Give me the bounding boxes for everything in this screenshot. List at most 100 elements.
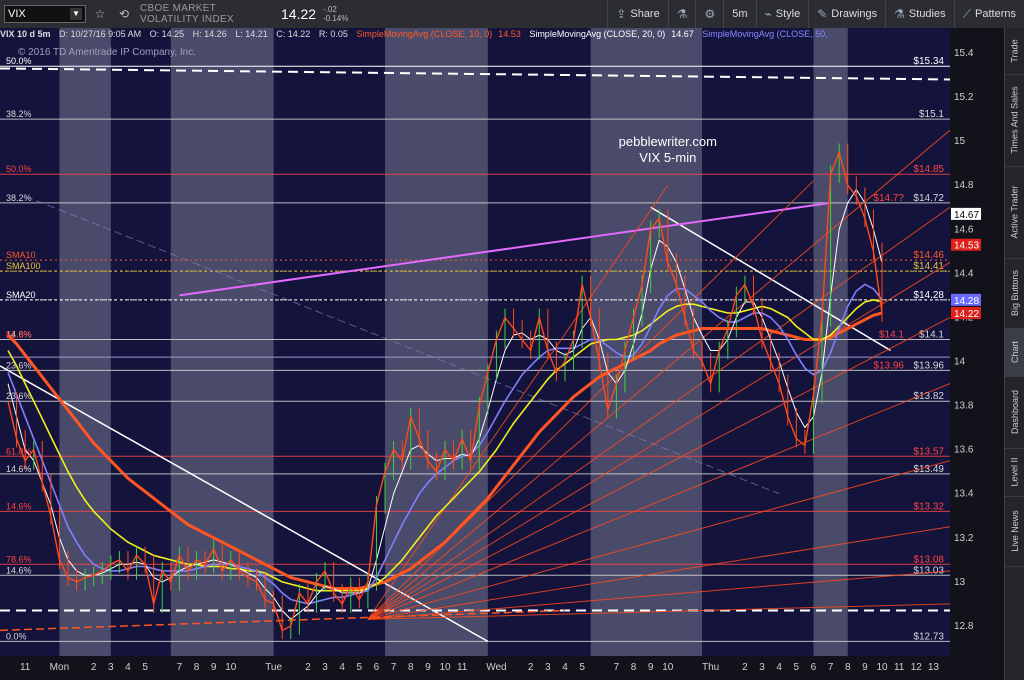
chart-info-bar: VIX 10 d 5m D: 10/27/16 9:05 AM O: 14.25…: [0, 29, 1004, 41]
sma-level-label: SMA10: [6, 250, 36, 260]
bar-high: H: 14.26: [192, 29, 227, 39]
settings-button[interactable]: ⚙: [695, 0, 723, 28]
share-icon: ⇪: [616, 7, 627, 21]
price-level-label: $13.32: [913, 501, 944, 512]
chevron-down-icon[interactable]: ▼: [70, 8, 82, 20]
last-price: 14.22: [281, 6, 317, 22]
price-chart[interactable]: 12.81313.213.413.613.81414.214.414.614.8…: [0, 28, 1004, 680]
x-tick-label: 10: [876, 662, 888, 673]
side-tab-live-news[interactable]: Live News: [1005, 496, 1024, 567]
side-tab-times-and-sales[interactable]: Times And Sales: [1005, 74, 1024, 167]
sma10-study-label[interactable]: SimpleMovingAvg (CLOSE, 10, 0): [356, 29, 492, 39]
patterns-button[interactable]: ⟋ Patterns: [953, 0, 1024, 28]
price-tag: 14.28: [954, 296, 979, 307]
price-level-label: $14.28: [913, 290, 944, 301]
sma20-study-label[interactable]: SimpleMovingAvg (CLOSE, 20, 0): [529, 29, 665, 39]
session-band: [590, 28, 703, 656]
price-level-label: $14.41: [913, 261, 944, 272]
gear-icon: ⚙: [704, 7, 716, 21]
price-level-label: $13.57: [913, 446, 944, 457]
side-tab-level-ii[interactable]: Level II: [1005, 448, 1024, 497]
side-tab-label: Level II: [1010, 457, 1020, 487]
fib-label: 14.6%: [6, 565, 32, 575]
sma-level-label: SMA100: [6, 261, 41, 271]
side-tab-big-buttons[interactable]: Big Buttons: [1005, 258, 1024, 329]
price-level-label: $13.96: [913, 360, 944, 371]
top-level-label: $15.34: [913, 56, 944, 67]
studies-button[interactable]: ⚗ Studies: [885, 0, 953, 28]
side-tab-label: Chart: [1010, 340, 1021, 364]
change-value: -.02: [323, 5, 337, 14]
style-button[interactable]: ⌁ Style: [755, 0, 809, 28]
x-tick-label: 4: [125, 662, 131, 673]
timeframe-button[interactable]: 5m: [723, 0, 755, 28]
side-tab-label: Dashboard: [1010, 389, 1020, 435]
bar-datetime: D: 10/27/16 9:05 AM: [59, 29, 142, 39]
copyright-watermark: © 2016 TD Ameritrade IP Company, Inc.: [18, 47, 196, 58]
fib-label: 61.8%: [6, 446, 32, 456]
pencil-icon: ✎: [817, 7, 828, 21]
x-tick-label: 8: [194, 662, 200, 673]
x-tick-label: 11: [457, 662, 468, 673]
y-tick-label: 14.8: [954, 180, 974, 191]
extra-level-label: $14.7?: [873, 193, 904, 204]
side-tab-label: Active Trader: [1010, 185, 1020, 239]
side-tab-active-trader[interactable]: Active Trader: [1005, 166, 1024, 259]
x-tick-label: 2: [91, 662, 97, 673]
symbol-selector[interactable]: VIX ▼: [4, 5, 86, 23]
flask-button[interactable]: ⚗: [667, 0, 696, 28]
change-percent: -0.14%: [323, 14, 349, 23]
x-tick-label: 3: [108, 662, 114, 673]
chart-title: VIX 10 d 5m: [0, 29, 51, 39]
sma50-study-label[interactable]: SimpleMovingAvg (CLOSE, 50,: [702, 29, 827, 39]
fib-label: 38.2%: [6, 109, 32, 119]
x-tick-label: 13: [928, 662, 940, 673]
extra-level-label: $13.96: [873, 360, 904, 371]
price-level-label: $14.85: [913, 164, 944, 175]
session-band: [59, 28, 111, 656]
x-tick-label: 2: [742, 662, 748, 673]
fib-label: 50.0%: [6, 164, 32, 174]
symbol-text: VIX: [8, 8, 26, 20]
fib-label: 78.6%: [6, 554, 32, 564]
x-tick-label: 10: [439, 662, 451, 673]
patterns-icon: ⟋: [962, 6, 972, 21]
y-tick-label: 12.8: [954, 621, 974, 632]
x-tick-label: Mon: [50, 662, 69, 673]
y-tick-label: 13.8: [954, 401, 974, 412]
x-tick-label: 7: [177, 662, 183, 673]
fib-label: 0.0%: [6, 631, 27, 641]
share-button[interactable]: ⇪ Share: [607, 0, 667, 28]
x-tick-label: 7: [828, 662, 834, 673]
flask-icon: ⚗: [894, 7, 905, 21]
x-tick-label: 11: [20, 662, 31, 673]
x-tick-label: 5: [357, 662, 363, 673]
x-tick-label: 10: [662, 662, 674, 673]
side-tab-label: Trade: [1010, 39, 1020, 63]
sma10-study-value: 14.53: [498, 29, 521, 39]
side-tab-trade[interactable]: Trade: [1005, 28, 1024, 75]
side-tab-dashboard[interactable]: Dashboard: [1005, 376, 1024, 449]
x-tick-label: 9: [648, 662, 654, 673]
drawings-button[interactable]: ✎ Drawings: [808, 0, 885, 28]
sma-level-label: SMA20: [6, 290, 36, 300]
x-tick-label: 3: [545, 662, 551, 673]
side-tabs: Trade Times And Sales Active Trader Big But…: [1004, 28, 1024, 680]
x-tick-label: 10: [225, 662, 237, 673]
price-tag: 14.22: [954, 309, 979, 320]
side-tab-chart[interactable]: Chart: [1005, 328, 1024, 377]
y-tick-label: 13.4: [954, 489, 974, 500]
x-tick-label: 8: [845, 662, 851, 673]
x-tick-label: 2: [305, 662, 311, 673]
refresh-icon[interactable]: ⟲: [114, 4, 134, 24]
side-tab-label: Big Buttons: [1010, 269, 1020, 317]
x-tick-label: 8: [631, 662, 637, 673]
fib-label: 38.2%: [6, 193, 32, 203]
x-tick-label: Wed: [486, 662, 506, 673]
star-icon[interactable]: ☆: [90, 4, 110, 24]
price-level-label: $12.73: [913, 631, 944, 642]
sma-level-value: $14.46: [913, 250, 944, 261]
y-tick-label: 14.4: [954, 268, 974, 279]
fib-label: 14.6%: [6, 464, 32, 474]
y-tick-label: 15.2: [954, 92, 974, 103]
